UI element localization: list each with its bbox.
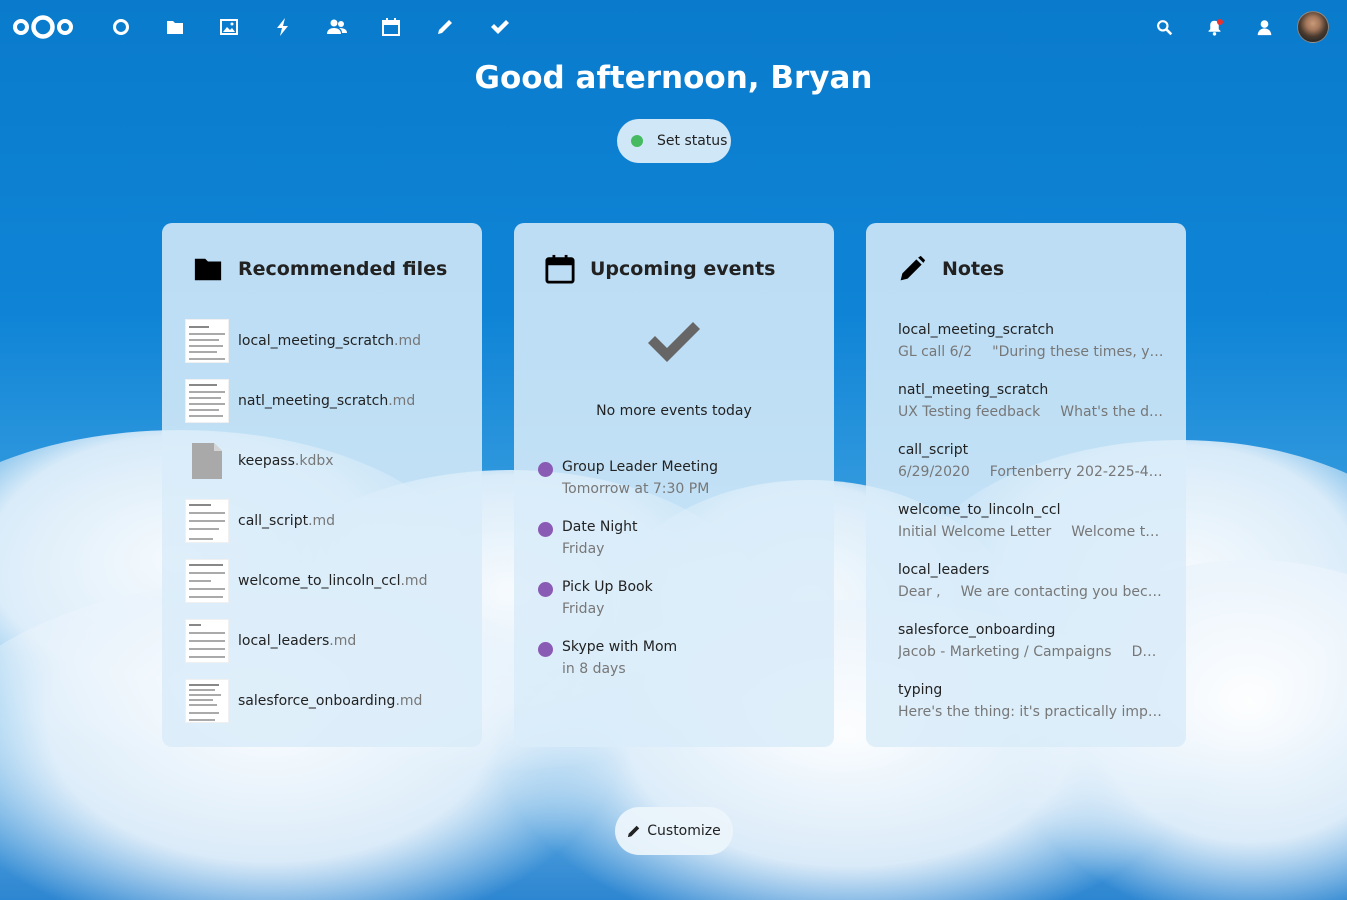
event-time: Tomorrow at 7:30 PM	[562, 481, 710, 497]
file-item[interactable]: salesforce_onboarding .md	[185, 679, 422, 723]
file-extension: .md	[388, 393, 416, 409]
customize-label: Customize	[647, 823, 721, 839]
panel-header: Notes	[896, 253, 1004, 285]
file-item[interactable]: call_script .md	[185, 499, 335, 543]
file-extension: .md	[395, 693, 423, 709]
notes-icon[interactable]	[418, 0, 472, 54]
panel-title[interactable]: Upcoming events	[590, 258, 775, 280]
file-extension: .kdbx	[294, 453, 334, 469]
set-status-label: Set status	[657, 133, 728, 149]
note-excerpt: UX Testing feedbackWhat's the differe...	[898, 404, 1164, 420]
event-time: Friday	[562, 541, 605, 557]
file-item[interactable]: natl_meeting_scratch .md	[185, 379, 415, 423]
notifications-icon[interactable]	[1189, 0, 1239, 54]
note-excerpt: GL call 6/2"During these times, you sh..…	[898, 344, 1164, 360]
file-name: call_script	[238, 513, 309, 529]
set-status-button[interactable]: Set status	[617, 119, 731, 163]
note-title: local_meeting_scratch	[898, 322, 1055, 338]
dashboard-icon[interactable]	[94, 0, 148, 54]
note-title: local_leaders	[898, 562, 990, 578]
pencil-icon	[628, 825, 640, 838]
folder-icon	[192, 253, 224, 285]
header-right	[1139, 0, 1329, 54]
no-events-text: No more events today	[596, 403, 752, 419]
calendar-color-dot	[538, 642, 553, 657]
file-name: salesforce_onboarding	[238, 693, 396, 709]
recommended-files-panel: Recommended files local_meeting_scratch.…	[162, 223, 482, 747]
file-thumbnail	[185, 379, 229, 423]
event-title: Group Leader Meeting	[562, 459, 718, 475]
file-extension: .md	[394, 333, 421, 349]
panel-header: Upcoming events	[544, 253, 775, 285]
generic-file-icon	[185, 439, 229, 483]
note-item[interactable]: local_meeting_scratch GL call 6/2 "During…	[898, 322, 1164, 360]
file-item[interactable]: local_leaders .md	[185, 619, 356, 663]
activity-icon[interactable]	[256, 0, 310, 54]
note-title: welcome_to_lincoln_ccl	[898, 502, 1061, 518]
calendar-color-dot	[538, 462, 553, 477]
calendar-icon	[544, 253, 576, 285]
panel-header: Recommended files	[192, 253, 447, 285]
file-thumbnail	[185, 679, 229, 723]
nextcloud-logo-icon[interactable]	[12, 12, 74, 42]
status-online-icon	[631, 135, 643, 147]
file-thumbnail	[185, 319, 229, 363]
pencil-icon	[896, 253, 928, 285]
file-thumbnail	[185, 499, 229, 543]
note-item[interactable]: salesforce_onboarding Jacob - Marketing …	[898, 622, 1164, 660]
calendar-color-dot	[538, 582, 553, 597]
note-title: salesforce_onboarding	[898, 622, 1056, 638]
note-excerpt: Dear , We are contacting you becaus...	[898, 584, 1164, 600]
greeting-title: Good afternoon, Bryan	[474, 60, 873, 96]
file-item[interactable]: welcome_to_lincoln_ccl .md	[185, 559, 427, 603]
note-excerpt: Here's the thing: it's practically impos…	[898, 704, 1164, 720]
event-title: Skype with Mom	[562, 639, 678, 655]
file-extension: .md	[400, 573, 428, 589]
file-extension: .md	[329, 633, 357, 649]
checkmark-icon	[514, 321, 834, 365]
top-header	[0, 0, 1347, 54]
note-title: natl_meeting_scratch	[898, 382, 1049, 398]
file-name: local_meeting_scratch	[238, 333, 395, 349]
file-name: welcome_to_lincoln_ccl	[238, 573, 401, 589]
notification-badge	[1217, 19, 1223, 25]
panel-title[interactable]: Notes	[942, 258, 1004, 280]
event-time: Friday	[562, 601, 605, 617]
note-item[interactable]: welcome_to_lincoln_ccl Initial Welcome L…	[898, 502, 1164, 540]
note-item[interactable]: call_script 6/29/2020 Fortenberry 202-225…	[898, 442, 1164, 480]
search-icon[interactable]	[1139, 0, 1189, 54]
file-name: local_leaders	[238, 633, 330, 649]
event-time: in 8 days	[562, 661, 626, 677]
note-title: typing	[898, 682, 943, 698]
file-name: keepass	[238, 453, 295, 469]
note-item[interactable]: local_leaders Dear , We are contacting yo…	[898, 562, 1164, 600]
contacts-menu-icon[interactable]	[1239, 0, 1289, 54]
panel-title[interactable]: Recommended files	[238, 258, 447, 280]
event-title: Date Night	[562, 519, 638, 535]
tasks-icon[interactable]	[472, 0, 526, 54]
photos-icon[interactable]	[202, 0, 256, 54]
file-thumbnail	[185, 559, 229, 603]
file-thumbnail	[185, 619, 229, 663]
user-avatar[interactable]	[1297, 11, 1329, 43]
note-item[interactable]: natl_meeting_scratch UX Testing feedback…	[898, 382, 1164, 420]
event-title: Pick Up Book	[562, 579, 653, 595]
note-excerpt: 6/29/2020Fortenberry 202-225-4806...	[898, 464, 1164, 480]
upcoming-events-panel: Upcoming events No more events today Gro…	[514, 223, 834, 747]
files-icon[interactable]	[148, 0, 202, 54]
note-excerpt: Initial Welcome LetterWelcome to Lin...	[898, 524, 1164, 540]
calendar-icon[interactable]	[364, 0, 418, 54]
note-title: call_script	[898, 442, 969, 458]
calendar-color-dot	[538, 522, 553, 537]
customize-button[interactable]: Customize	[615, 807, 733, 855]
file-item[interactable]: local_meeting_scratch .md	[185, 319, 421, 363]
notes-panel: Notes local_meeting_scratch GL call 6/2 "…	[866, 223, 1186, 747]
contacts-icon[interactable]	[310, 0, 364, 54]
file-item[interactable]: keepass .kdbx	[185, 439, 334, 483]
file-extension: .md	[308, 513, 336, 529]
file-name: natl_meeting_scratch	[238, 393, 389, 409]
note-item[interactable]: typing Here's the thing: it's practicall…	[898, 682, 1164, 720]
note-excerpt: Jacob - Marketing / CampaignsDashbo...	[898, 644, 1164, 660]
app-menu	[94, 0, 526, 54]
